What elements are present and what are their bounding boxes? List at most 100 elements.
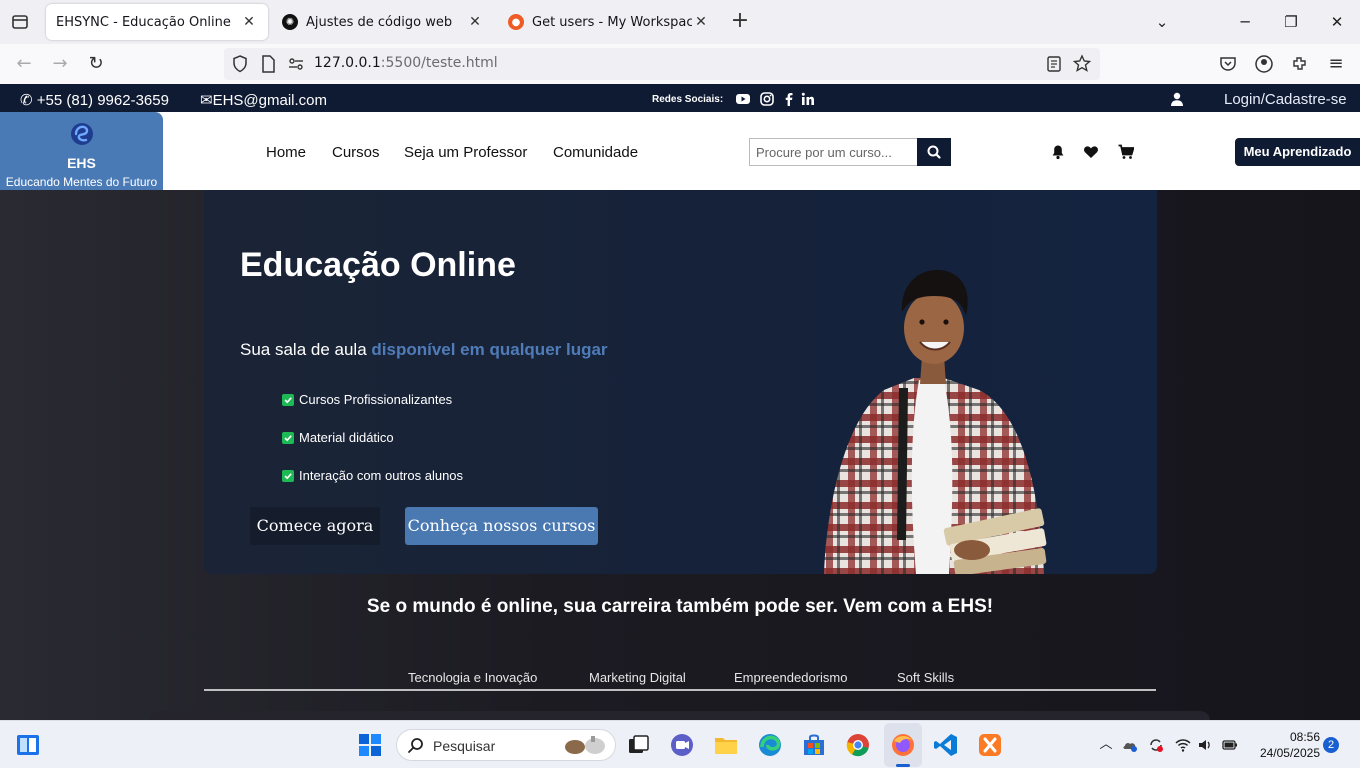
- category-divider: [204, 689, 1156, 691]
- url-host: 127.0.0.1: [314, 55, 381, 71]
- back-arrow-icon[interactable]: ←: [12, 52, 36, 76]
- site-header: EHS Educando Mentes do Futuro Home Curso…: [0, 112, 1360, 190]
- user-icon[interactable]: [1170, 92, 1184, 106]
- category-tab-soft-skills[interactable]: Soft Skills: [897, 670, 954, 685]
- my-learning-button[interactable]: Meu Aprendizado: [1235, 138, 1360, 166]
- hero-subtitle: Sua sala de aula disponível em qualquer …: [240, 340, 608, 360]
- bell-icon[interactable]: [1050, 144, 1066, 160]
- chevron-down-icon[interactable]: ⌄: [1150, 10, 1174, 34]
- taskbar-search[interactable]: Pesquisar: [396, 729, 616, 761]
- active-indicator: [896, 764, 910, 767]
- system-clock[interactable]: 08:56 24/05/2025: [1254, 729, 1320, 761]
- category-tab-tecnologia[interactable]: Tecnologia e Inovação: [408, 670, 537, 685]
- page-icon[interactable]: [256, 52, 280, 76]
- widgets-icon[interactable]: [14, 731, 42, 759]
- menu-hamburger-icon[interactable]: ≡: [1324, 52, 1348, 76]
- nav-cursos[interactable]: Cursos: [332, 144, 380, 161]
- microsoft-store-icon[interactable]: [800, 731, 828, 759]
- bookmark-star-icon[interactable]: [1070, 52, 1094, 76]
- chrome-icon[interactable]: [844, 731, 872, 759]
- sync-alert-icon[interactable]: [1148, 737, 1164, 753]
- tab-get-users[interactable]: ● Get users - My Workspace ✕: [498, 4, 720, 40]
- web-page: ✆ +55 (81) 9962-3659 ✉EHS@gmail.com Rede…: [0, 84, 1360, 720]
- account-icon[interactable]: [1252, 52, 1276, 76]
- notification-badge[interactable]: 2: [1323, 737, 1339, 753]
- onedrive-icon[interactable]: [1122, 737, 1138, 753]
- nav-home[interactable]: Home: [266, 144, 306, 161]
- restore-button[interactable]: ❐: [1279, 10, 1303, 34]
- openai-icon: ✺: [282, 14, 298, 30]
- task-view-icon[interactable]: [624, 731, 652, 759]
- tab-ajustes[interactable]: ✺ Ajustes de código web ✕: [272, 4, 494, 40]
- feature-label: Cursos Profissionalizantes: [299, 392, 453, 407]
- feature-label: Interação com outros alunos: [299, 468, 464, 483]
- clock-date: 24/05/2025: [1259, 746, 1320, 760]
- address-bar[interactable]: 127.0.0.1:5500/teste.html: [224, 48, 1100, 80]
- brand-name: EHS: [67, 155, 96, 171]
- vscode-icon[interactable]: [932, 731, 960, 759]
- heart-icon[interactable]: [1083, 144, 1099, 160]
- course-search: [749, 138, 951, 166]
- close-tab-icon[interactable]: ✕: [466, 14, 484, 30]
- search-button[interactable]: [917, 138, 951, 166]
- nav-comunidade[interactable]: Comunidade: [553, 144, 638, 161]
- checkbox-checked-icon: [282, 431, 294, 444]
- file-explorer-icon[interactable]: [712, 731, 740, 759]
- pocket-icon[interactable]: [1216, 52, 1240, 76]
- instagram-icon[interactable]: [760, 92, 774, 106]
- hero-subtitle-highlight: disponível em qualquer lugar: [371, 340, 608, 359]
- wifi-icon[interactable]: [1175, 737, 1191, 753]
- taskbar-search-placeholder: Pesquisar: [433, 738, 496, 754]
- postman-icon: ●: [508, 14, 524, 30]
- url-text: 127.0.0.1:5500/teste.html: [314, 55, 498, 71]
- youtube-icon[interactable]: [736, 92, 750, 106]
- clock-time: 08:56: [1289, 730, 1320, 744]
- checkbox-checked-icon: [282, 393, 294, 406]
- reload-icon[interactable]: ↻: [84, 52, 108, 76]
- category-tab-marketing[interactable]: Marketing Digital: [589, 670, 686, 685]
- cart-icon[interactable]: [1118, 144, 1134, 160]
- student-image: [824, 269, 1047, 574]
- extensions-icon[interactable]: [1288, 52, 1312, 76]
- reader-view-icon[interactable]: [1042, 52, 1066, 76]
- social-label: Redes Sociais:: [652, 94, 724, 105]
- minimize-button[interactable]: ─: [1233, 10, 1257, 34]
- tab-title: Get users - My Workspace: [532, 14, 692, 30]
- xampp-icon[interactable]: [976, 731, 1004, 759]
- explore-courses-button[interactable]: Conheça nossos cursos: [405, 507, 598, 545]
- search-highlight-icon: [565, 736, 605, 754]
- tab-ehsync[interactable]: EHSYNC - Educação Online ✕: [46, 4, 268, 40]
- forward-arrow-icon[interactable]: →: [48, 52, 72, 76]
- logo-mark-icon: [71, 123, 93, 145]
- volume-icon[interactable]: [1197, 737, 1213, 753]
- browser-nav-bar: ← → ↻ 127.0.0.1:5500/teste.html ≡: [0, 44, 1360, 84]
- login-link[interactable]: Login/Cadastre-se: [1224, 91, 1347, 108]
- firefox-icon[interactable]: [889, 731, 917, 759]
- start-now-button[interactable]: Comece agora: [250, 507, 380, 545]
- hero-banner: Educação Online Sua sala de aula disponí…: [204, 190, 1157, 574]
- course-search-input[interactable]: [749, 138, 917, 166]
- phone-contact: ✆ +55 (81) 9962-3659: [20, 92, 169, 109]
- category-tab-empreendedorismo[interactable]: Empreendedorismo: [734, 670, 847, 685]
- nav-seja-professor[interactable]: Seja um Professor: [404, 144, 527, 161]
- linkedin-icon[interactable]: [801, 92, 815, 106]
- shield-icon[interactable]: [228, 52, 252, 76]
- site-logo[interactable]: EHS Educando Mentes do Futuro: [0, 112, 163, 190]
- edge-browser-icon[interactable]: [756, 731, 784, 759]
- email-address: EHS@gmail.com: [212, 92, 327, 109]
- close-window-button[interactable]: ✕: [1325, 10, 1349, 34]
- course-card-container: [150, 711, 1210, 720]
- chevron-up-icon[interactable]: ︿: [1098, 737, 1114, 753]
- facebook-icon[interactable]: [782, 92, 796, 106]
- windows-start-icon[interactable]: [356, 731, 384, 759]
- new-tab-button[interactable]: +: [728, 10, 752, 34]
- close-tab-icon[interactable]: ✕: [240, 14, 258, 30]
- close-tab-icon[interactable]: ✕: [692, 14, 710, 30]
- tab-list-icon[interactable]: [8, 10, 32, 34]
- feature-item: Interação com outros alunos: [282, 468, 463, 483]
- meet-chat-icon[interactable]: [668, 731, 696, 759]
- battery-icon[interactable]: [1222, 737, 1238, 753]
- search-icon: [927, 145, 941, 159]
- browser-tab-bar: EHSYNC - Educação Online ✕ ✺ Ajustes de …: [0, 0, 1360, 44]
- permissions-icon[interactable]: [284, 52, 308, 76]
